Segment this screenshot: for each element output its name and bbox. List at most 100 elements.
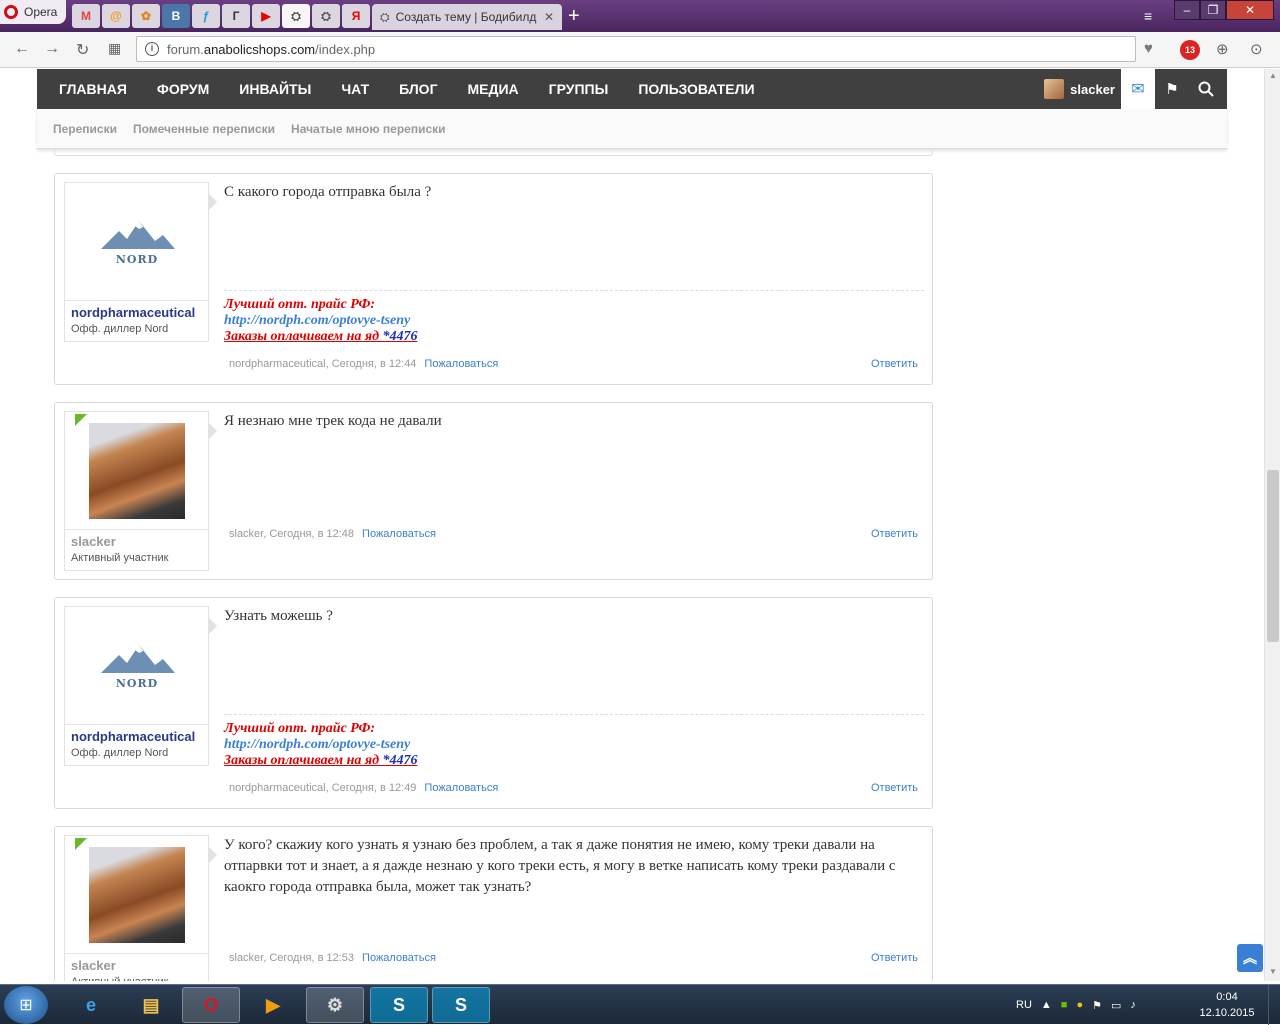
subnav-conversations[interactable]: Переписки: [53, 122, 117, 136]
nav-groups[interactable]: ГРУППЫ: [534, 81, 624, 97]
minimize-button[interactable]: –: [1174, 0, 1200, 20]
nav-home[interactable]: ГЛАВНАЯ: [37, 81, 142, 97]
mailru-tab-icon[interactable]: @: [102, 4, 130, 28]
post-date[interactable]: slacker, Сегодня, в 12:48: [229, 528, 354, 540]
wallet-link[interactable]: *4476: [383, 753, 418, 768]
yandex-tab-icon[interactable]: Я: [342, 4, 370, 28]
nav-chat[interactable]: ЧАТ: [326, 81, 384, 97]
reload-button[interactable]: ↻: [76, 40, 89, 60]
skype-taskbar-icon[interactable]: S: [370, 987, 428, 1023]
subnav-started[interactable]: Начатые мною переписки: [291, 122, 445, 136]
extensions-icon[interactable]: ⊙: [1250, 40, 1263, 58]
action-center-flag-icon[interactable]: ⚑: [1092, 999, 1102, 1012]
apps-tab-icon[interactable]: ✿: [132, 4, 160, 28]
nvidia-icon[interactable]: ■: [1061, 999, 1068, 1011]
tab-title: Создать тему | Бодибилд: [395, 10, 537, 24]
scroll-down-arrow-icon[interactable]: ▼: [1269, 967, 1277, 976]
report-link[interactable]: Пожаловаться: [362, 952, 436, 964]
bookmark-heart-icon[interactable]: ♥: [1144, 40, 1153, 57]
report-link[interactable]: Пожаловаться: [362, 528, 436, 540]
site-tab-icon[interactable]: Г: [222, 4, 250, 28]
reply-link[interactable]: Ответить: [871, 782, 918, 794]
language-indicator[interactable]: RU: [1016, 999, 1032, 1011]
alerts-flag-icon[interactable]: ⚑: [1155, 69, 1189, 109]
youtube-tab-icon[interactable]: ▶: [252, 4, 280, 28]
vk-tab-icon[interactable]: В: [162, 4, 190, 28]
sport-tab-icon[interactable]: ƒ: [192, 4, 220, 28]
url-text[interactable]: forum.anabolicshops.com/index.php: [167, 42, 375, 57]
opera-menu-button[interactable]: Opera: [0, 0, 66, 24]
update-icon[interactable]: ●: [1076, 999, 1083, 1011]
ie-taskbar-icon[interactable]: e: [62, 987, 120, 1023]
post-meta: slacker, Сегодня, в 12:48 Пожаловаться: [229, 528, 436, 540]
browser-tab-strip: Opera M @ ✿ В ƒ Г ▶ ⛭ ⛭ Я ⛭ Создать тему…: [0, 0, 1280, 32]
opera-logo-icon: [4, 5, 18, 19]
opera-taskbar-icon[interactable]: O: [182, 987, 240, 1023]
author-name[interactable]: slacker: [65, 954, 208, 973]
message-text: Я незнаю мне трек кода не давали: [224, 413, 442, 429]
tray-expand-icon[interactable]: ▲: [1041, 999, 1052, 1011]
skype2-taskbar-icon[interactable]: S: [432, 987, 490, 1023]
search-icon[interactable]: [1189, 69, 1223, 109]
new-tab-button[interactable]: +: [568, 6, 580, 26]
author-title: Активный участник: [65, 973, 208, 981]
post-meta: nordpharmaceutical, Сегодня, в 12:44 Пожа…: [229, 358, 498, 370]
reply-link[interactable]: Ответить: [871, 952, 918, 964]
close-window-button[interactable]: ✕: [1226, 0, 1274, 20]
explorer-taskbar-icon[interactable]: ▤: [122, 987, 180, 1023]
back-button[interactable]: ←: [14, 40, 30, 58]
address-field[interactable]: i forum.anabolicshops.com/index.php: [136, 36, 1136, 62]
avatar[interactable]: [65, 836, 208, 954]
volume-icon[interactable]: ♪: [1130, 999, 1136, 1011]
steam-taskbar-icon[interactable]: ⚙: [306, 987, 364, 1023]
tab-menu-icon[interactable]: ≡: [1144, 8, 1152, 24]
player-taskbar-icon[interactable]: ▶: [244, 987, 302, 1023]
reply-link[interactable]: Ответить: [871, 358, 918, 370]
user-avatar: [1044, 79, 1065, 99]
signature-link[interactable]: http://nordph.com/optovye-tseny: [224, 313, 924, 329]
vertical-scrollbar[interactable]: ▲ ▼: [1264, 69, 1280, 981]
show-desktop-button[interactable]: [1268, 985, 1280, 1025]
network-icon[interactable]: ▭: [1111, 999, 1121, 1012]
download-icon[interactable]: ⊕: [1216, 40, 1229, 58]
forward-button[interactable]: →: [44, 40, 60, 58]
nav-media[interactable]: МЕДИА: [453, 81, 534, 97]
signature-link[interactable]: http://nordph.com/optovye-tseny: [224, 737, 924, 753]
start-button[interactable]: ⊞: [4, 986, 48, 1024]
scrollbar-thumb[interactable]: [1267, 470, 1279, 642]
wallet-link[interactable]: *4476: [383, 329, 418, 344]
report-link[interactable]: Пожаловаться: [424, 782, 498, 794]
nav-blog[interactable]: БЛОГ: [384, 81, 452, 97]
avatar[interactable]: NORD: [65, 607, 208, 725]
post-date[interactable]: nordpharmaceutical, Сегодня, в 12:44: [229, 358, 416, 370]
subnav-starred[interactable]: Помеченные переписки: [133, 122, 275, 136]
nav-invites[interactable]: ИНВАЙТЫ: [224, 81, 326, 97]
nav-forum[interactable]: ФОРУМ: [142, 81, 224, 97]
gmail-tab-icon[interactable]: M: [72, 4, 100, 28]
author-name[interactable]: nordpharmaceutical: [65, 301, 208, 320]
avatar[interactable]: NORD: [65, 183, 208, 301]
author-name[interactable]: nordpharmaceutical: [65, 725, 208, 744]
post-date[interactable]: slacker, Сегодня, в 12:53: [229, 952, 354, 964]
adblock-icon[interactable]: 13: [1180, 40, 1200, 60]
maximize-button[interactable]: ❐: [1200, 0, 1226, 20]
scroll-up-arrow-icon[interactable]: ▲: [1269, 71, 1277, 80]
inbox-envelope-icon[interactable]: ✉: [1121, 69, 1155, 109]
forum-tab-icon[interactable]: ⛭: [282, 4, 310, 28]
scroll-to-top-button[interactable]: ︽: [1237, 944, 1263, 972]
tab-create-topic[interactable]: ⛭ Создать тему | Бодибилд ✕: [372, 4, 562, 30]
user-menu[interactable]: slacker: [1044, 69, 1115, 109]
reply-link[interactable]: Ответить: [871, 528, 918, 540]
clock[interactable]: 0:04 12.10.2015: [1196, 989, 1258, 1021]
post-date[interactable]: nordpharmaceutical, Сегодня, в 12:49: [229, 782, 416, 794]
nav-users[interactable]: ПОЛЬЗОВАТЕЛИ: [623, 81, 769, 97]
site-info-icon[interactable]: i: [145, 42, 159, 56]
speed-dial-grid-icon[interactable]: ▦: [108, 40, 121, 57]
forum2-tab-icon[interactable]: ⛭: [312, 4, 340, 28]
author-name[interactable]: slacker: [65, 530, 208, 549]
avatar[interactable]: [65, 412, 208, 530]
speech-arrow: [209, 618, 217, 634]
report-link[interactable]: Пожаловаться: [424, 358, 498, 370]
close-tab-icon[interactable]: ✕: [544, 10, 554, 24]
user-card: slacker Активный участник: [64, 835, 209, 981]
